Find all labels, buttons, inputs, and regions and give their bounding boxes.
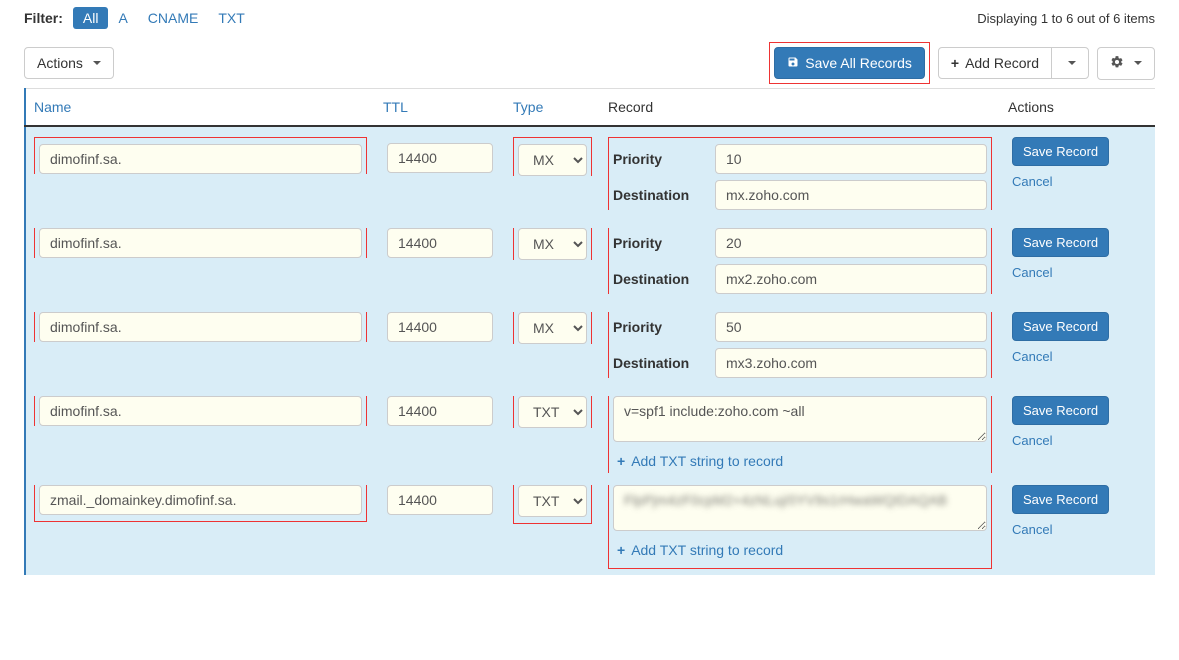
- destination-input[interactable]: [715, 348, 987, 378]
- save-record-button[interactable]: Save Record: [1012, 485, 1109, 514]
- txt-value[interactable]: v=spf1 include:zoho.com ~all: [613, 396, 987, 442]
- cancel-link[interactable]: Cancel: [1012, 174, 1052, 189]
- name-input[interactable]: [39, 228, 362, 258]
- save-record-button[interactable]: Save Record: [1012, 137, 1109, 166]
- settings-dropdown[interactable]: [1097, 47, 1155, 80]
- header-record: Record: [600, 89, 1000, 127]
- name-input[interactable]: [39, 396, 362, 426]
- table-row: ACNAMEMXTXTNS v=spf1 include:zoho.com ~a…: [25, 390, 1155, 479]
- name-input[interactable]: [39, 144, 362, 174]
- save-all-button[interactable]: Save All Records: [774, 47, 925, 79]
- name-input[interactable]: [39, 312, 362, 342]
- save-record-button[interactable]: Save Record: [1012, 396, 1109, 425]
- txt-value[interactable]: FlpPjm4zF0cpM2+4zNLuj/0YV9s1rHwaWQIDAQAB: [613, 485, 987, 531]
- filter-txt[interactable]: TXT: [208, 7, 254, 29]
- caret-down-icon: [93, 61, 101, 65]
- priority-label: Priority: [613, 319, 703, 335]
- ttl-input[interactable]: [387, 143, 493, 173]
- ttl-input[interactable]: [387, 396, 493, 426]
- add-record-dropdown[interactable]: [1051, 47, 1089, 79]
- actions-dropdown[interactable]: Actions: [24, 47, 114, 79]
- save-record-button[interactable]: Save Record: [1012, 228, 1109, 257]
- destination-label: Destination: [613, 187, 703, 203]
- cancel-link[interactable]: Cancel: [1012, 349, 1052, 364]
- highlight-save-all: Save All Records: [769, 42, 930, 84]
- ttl-input[interactable]: [387, 312, 493, 342]
- filter-label: Filter:: [24, 10, 63, 26]
- table-row: ACNAMEMXTXTNS Priority Destination Save …: [25, 126, 1155, 222]
- ttl-input[interactable]: [387, 228, 493, 258]
- save-icon: [787, 55, 799, 71]
- destination-label: Destination: [613, 355, 703, 371]
- add-txt-string[interactable]: +Add TXT string to record: [613, 445, 987, 473]
- table-row: ACNAMEMXTXTNS Priority Destination Save …: [25, 306, 1155, 390]
- cancel-link[interactable]: Cancel: [1012, 522, 1052, 537]
- caret-down-icon: [1134, 61, 1142, 65]
- priority-label: Priority: [613, 151, 703, 167]
- type-select[interactable]: ACNAMEMXTXTNS: [518, 312, 587, 344]
- type-select[interactable]: ACNAMEMXTXTNS: [518, 485, 587, 517]
- filter-cname[interactable]: CNAME: [138, 7, 209, 29]
- plus-icon: +: [951, 55, 959, 71]
- plus-icon: +: [617, 542, 625, 558]
- filter-a[interactable]: A: [108, 7, 137, 29]
- add-record-button[interactable]: + Add Record: [938, 47, 1052, 79]
- filter-all[interactable]: All: [73, 7, 109, 29]
- header-ttl[interactable]: TTL: [375, 89, 505, 127]
- type-select[interactable]: ACNAMEMXTXTNS: [518, 228, 587, 260]
- priority-label: Priority: [613, 235, 703, 251]
- priority-input[interactable]: [715, 144, 987, 174]
- destination-label: Destination: [613, 271, 703, 287]
- header-name[interactable]: Name: [25, 89, 375, 127]
- destination-input[interactable]: [715, 180, 987, 210]
- gear-icon: [1110, 55, 1124, 72]
- name-input[interactable]: [39, 485, 362, 515]
- header-actions: Actions: [1000, 89, 1155, 127]
- add-txt-string[interactable]: +Add TXT string to record: [613, 534, 987, 562]
- table-row: ACNAMEMXTXTNS FlpPjm4zF0cpM2+4zNLuj/0YV9…: [25, 479, 1155, 575]
- type-select[interactable]: ACNAMEMXTXTNS: [518, 396, 587, 428]
- filter-bar: Filter: AllACNAMETXT: [24, 10, 255, 26]
- priority-input[interactable]: [715, 228, 987, 258]
- priority-input[interactable]: [715, 312, 987, 342]
- header-type[interactable]: Type: [505, 89, 600, 127]
- table-row: ACNAMEMXTXTNS Priority Destination Save …: [25, 222, 1155, 306]
- display-count: Displaying 1 to 6 out of 6 items: [977, 11, 1155, 26]
- records-table: Name TTL Type Record Actions ACNAMEMXTXT…: [24, 88, 1155, 575]
- caret-down-icon: [1068, 61, 1076, 65]
- ttl-input[interactable]: [387, 485, 493, 515]
- plus-icon: +: [617, 453, 625, 469]
- type-select[interactable]: ACNAMEMXTXTNS: [518, 144, 587, 176]
- cancel-link[interactable]: Cancel: [1012, 433, 1052, 448]
- cancel-link[interactable]: Cancel: [1012, 265, 1052, 280]
- save-record-button[interactable]: Save Record: [1012, 312, 1109, 341]
- destination-input[interactable]: [715, 264, 987, 294]
